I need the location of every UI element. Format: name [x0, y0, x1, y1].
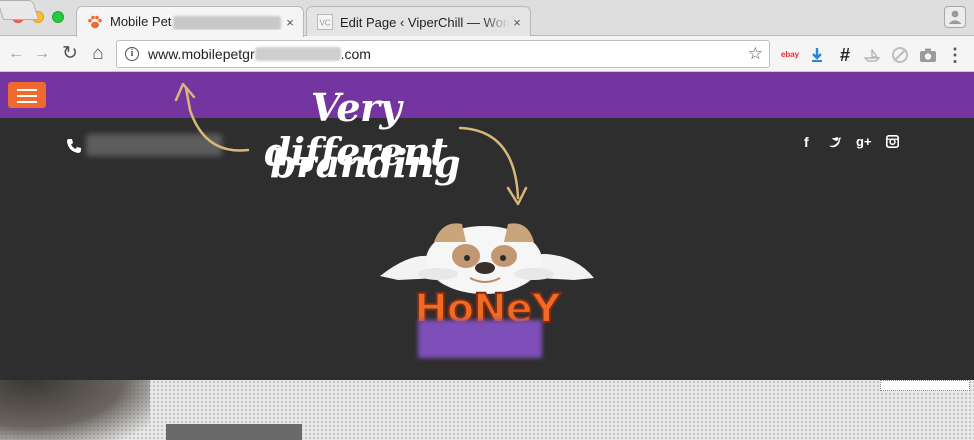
site-header-bar: [0, 72, 974, 118]
instagram-icon[interactable]: [886, 135, 899, 148]
hero-image: [0, 380, 974, 440]
tab-mobile-pet[interactable]: Mobile Pet ×: [76, 6, 304, 37]
hero-image-tag: [880, 380, 970, 391]
maximize-window-button[interactable]: [52, 11, 64, 23]
hero-photo-object: [166, 424, 302, 440]
forward-arrow-icon[interactable]: →: [32, 44, 52, 64]
browser-tab-strip: Mobile Pet × VC Edit Page ‹ ViperChill —…: [0, 0, 974, 37]
tab-edit-page[interactable]: VC Edit Page ‹ ViperChill — WordP ×: [306, 6, 531, 37]
hero-photo-dark-area: [0, 380, 150, 440]
redacted-url-blur: [254, 47, 341, 61]
google-plus-icon[interactable]: g+: [856, 134, 872, 149]
url-end: .com: [340, 46, 371, 62]
home-icon[interactable]: ⌂: [88, 44, 108, 64]
twitter-icon[interactable]: [828, 136, 842, 148]
ebay-extension-icon[interactable]: ebay: [780, 46, 800, 64]
url-start: www.mobilepetgr: [148, 46, 255, 62]
bookmark-star-icon[interactable]: ☆: [748, 44, 763, 64]
back-arrow-icon[interactable]: ←: [6, 44, 26, 64]
redacted-logo-subtext: [418, 320, 542, 358]
address-bar[interactable]: i www.mobilepetgr .com ☆: [116, 40, 770, 68]
header-section: f g+ HoNeY: [0, 118, 974, 380]
tab-close-icon[interactable]: ×: [283, 15, 297, 30]
phone-icon: [67, 139, 81, 153]
boat-extension-icon[interactable]: [862, 46, 882, 64]
new-tab-button[interactable]: [0, 0, 40, 20]
disabled-circle-extension-icon[interactable]: [890, 46, 910, 64]
site-info-icon[interactable]: i: [125, 47, 139, 61]
browser-toolbar: ← → ↻ ⌂ i www.mobilepetgr .com ☆ ebay # …: [0, 36, 974, 72]
paw-favicon-icon: [88, 15, 102, 29]
facebook-icon[interactable]: f: [804, 134, 809, 150]
annotation-line-2: branding: [270, 141, 461, 186]
tab-title: Mobile Pet: [110, 14, 283, 30]
download-extension-icon[interactable]: [808, 46, 826, 64]
tab-close-icon[interactable]: ×: [510, 15, 524, 30]
redacted-title-blur: [173, 15, 282, 30]
redacted-phone-number: [86, 134, 222, 156]
viperchill-favicon-icon: VC: [317, 14, 333, 30]
reload-icon[interactable]: ↻: [60, 44, 80, 64]
profile-icon[interactable]: [944, 6, 966, 28]
hashtag-extension-icon[interactable]: #: [836, 46, 854, 64]
svg-text:VC: VC: [319, 19, 330, 28]
menu-hamburger-button[interactable]: [8, 82, 46, 108]
camera-extension-icon[interactable]: [918, 46, 938, 64]
menu-dots-icon[interactable]: ⋮: [946, 46, 964, 64]
